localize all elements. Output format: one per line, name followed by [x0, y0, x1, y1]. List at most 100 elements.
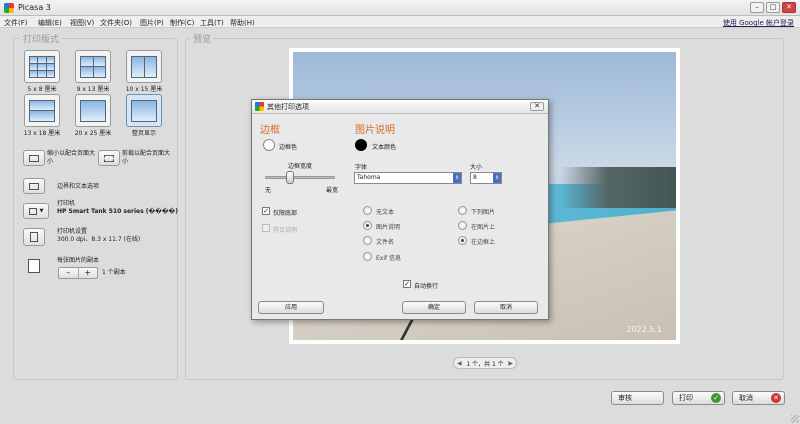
- match-caption-label: 符合说明: [273, 227, 298, 234]
- chevron-down-icon: ▼: [39, 208, 44, 214]
- stacked-pages-icon: [28, 259, 40, 273]
- dialog-cancel-button[interactable]: 取消: [474, 301, 538, 314]
- menu-help[interactable]: 帮助(H): [230, 18, 255, 28]
- border-width-slider[interactable]: [265, 176, 335, 179]
- printer-settings-button[interactable]: [23, 228, 45, 246]
- layout-13x18[interactable]: [24, 94, 60, 127]
- font-size-select[interactable]: 8 ⇕: [470, 172, 502, 184]
- layout-thumbnail-icon: [80, 99, 106, 122]
- print-button[interactable]: 打印 ✓: [672, 391, 725, 405]
- google-signin-link[interactable]: 使用 Google 帐户登录: [723, 18, 794, 28]
- match-caption-checkbox[interactable]: [262, 224, 270, 232]
- font-label: 字体: [355, 164, 368, 171]
- font-value: Tahoma: [357, 174, 381, 181]
- word-wrap-checkbox[interactable]: ✓: [403, 280, 411, 288]
- shrink-to-fit-label: 缩小以配合页面大小: [47, 150, 96, 165]
- border-color-swatch[interactable]: [263, 139, 275, 151]
- menu-view[interactable]: 视图(V): [70, 18, 94, 28]
- checkmark-icon: ✓: [263, 207, 269, 215]
- size-label: 大小: [470, 164, 483, 171]
- app-title: Picasa 3: [18, 3, 51, 12]
- border-width-max-label: 最宽: [326, 187, 339, 194]
- resize-grip[interactable]: [791, 415, 799, 423]
- text-color-swatch[interactable]: [355, 139, 367, 151]
- menu-file[interactable]: 文件(F): [4, 18, 28, 28]
- next-page-icon[interactable]: ▶: [508, 360, 513, 367]
- radio-caption-label: 图片说明: [376, 224, 401, 231]
- layout-thumbnail-icon: [131, 99, 157, 122]
- menu-bar: 文件(F) 编辑(E) 视图(V) 文件夹(O) 图片(P) 制作(C) 工具(…: [0, 16, 800, 28]
- chevron-down-icon: ⇕: [493, 173, 501, 183]
- font-select[interactable]: Tahoma ⇕: [354, 172, 462, 184]
- border-width-min-label: 无: [265, 187, 272, 194]
- cancel-button[interactable]: 取消 ✕: [732, 391, 785, 405]
- minimize-button[interactable]: –: [750, 2, 764, 13]
- menu-tools[interactable]: 工具(T): [200, 18, 224, 28]
- copies-minus-button[interactable]: –: [59, 268, 79, 278]
- layout-thumbnail-icon: [29, 55, 55, 78]
- radio-filename[interactable]: [363, 236, 372, 245]
- border-text-options-button[interactable]: [23, 178, 45, 194]
- border-text-label: 边界和文本选项: [57, 183, 100, 190]
- layout-20x25[interactable]: [75, 94, 111, 127]
- only-bottom-checkbox[interactable]: ✓: [262, 207, 270, 215]
- layout-label: 10 x 15 厘米: [125, 86, 163, 93]
- chevron-down-icon: ⇕: [453, 173, 461, 183]
- layout-thumbnail-icon: [29, 99, 55, 122]
- radio-no-text-label: 无文本: [376, 209, 395, 216]
- page-icon: [30, 232, 38, 242]
- layout-label: 5 x 8 厘米: [27, 86, 57, 93]
- copies-stepper[interactable]: – +: [58, 267, 98, 279]
- word-wrap-label: 自动换行: [414, 283, 439, 290]
- preview-title: 预览: [190, 32, 215, 45]
- maximize-button[interactable]: □: [766, 2, 780, 13]
- dialog-title: 其他打印选项: [267, 103, 309, 111]
- menu-create[interactable]: 制作(C): [170, 18, 194, 28]
- close-icon: ✕: [771, 393, 781, 403]
- copies-plus-button[interactable]: +: [79, 268, 98, 278]
- dialog-close-button[interactable]: ✕: [530, 102, 544, 111]
- radio-below-picture-label: 下列图片: [471, 209, 496, 216]
- layout-5x8[interactable]: [24, 50, 60, 83]
- radio-on-border[interactable]: [458, 236, 467, 245]
- text-color-label: 文本颜色: [372, 144, 397, 151]
- radio-caption[interactable]: [363, 221, 372, 230]
- layout-10x15[interactable]: [126, 50, 162, 83]
- crop-to-fit-button[interactable]: [98, 150, 120, 166]
- dialog-title-bar: 其他打印选项 ✕: [252, 100, 548, 114]
- menu-picture[interactable]: 图片(P): [140, 18, 164, 28]
- border-width-slider-thumb[interactable]: [286, 171, 294, 184]
- radio-exif[interactable]: [363, 252, 372, 261]
- printer-settings-detail: 300.0 dpi、8.3 x 11.7 (在线): [57, 236, 141, 243]
- cancel-label: 取消: [739, 394, 753, 402]
- radio-filename-label: 文件名: [376, 239, 395, 246]
- menu-folder[interactable]: 文件夹(O): [100, 18, 132, 28]
- radio-below-picture[interactable]: [458, 206, 467, 215]
- crop-to-fit-label: 剪裁以配合页面大小: [122, 150, 171, 165]
- layout-9x13[interactable]: [75, 50, 111, 83]
- close-window-button[interactable]: ✕: [782, 2, 796, 13]
- printer-select-button[interactable]: ▼: [23, 203, 49, 219]
- caption-heading: 图片说明: [355, 125, 395, 136]
- menu-edit[interactable]: 编辑(E): [38, 18, 62, 28]
- prev-page-icon[interactable]: ◀: [457, 360, 462, 367]
- page-navigator: ◀ 1 个，共 1 个 ▶: [453, 357, 517, 369]
- border-width-label: 边框宽度: [288, 163, 313, 170]
- dialog-ok-button[interactable]: 确定: [402, 301, 466, 314]
- radio-on-picture[interactable]: [458, 221, 467, 230]
- layout-label: 整页显示: [131, 130, 156, 137]
- radio-no-text[interactable]: [363, 206, 372, 215]
- checkmark-icon: ✓: [404, 280, 410, 288]
- photo-watermark: 2022.5.1: [626, 325, 662, 334]
- layout-full-page[interactable]: [126, 94, 162, 127]
- apply-button[interactable]: 应用: [258, 301, 324, 314]
- picasa-app-icon: [4, 3, 14, 13]
- layout-label: 13 x 18 厘米: [23, 130, 61, 137]
- layout-label: 20 x 25 厘米: [74, 130, 112, 137]
- layout-thumbnail-icon: [131, 55, 157, 78]
- shrink-icon: [29, 154, 39, 162]
- printer-icon: [28, 207, 37, 215]
- copies-icon: [23, 256, 45, 276]
- review-button[interactable]: 审核: [611, 391, 664, 405]
- shrink-to-fit-button[interactable]: [23, 150, 45, 166]
